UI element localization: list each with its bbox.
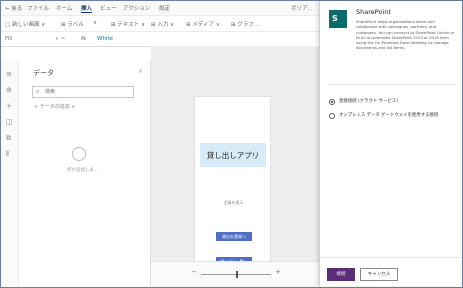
menu-back[interactable]: ← 戻る (5, 4, 22, 12)
close-icon[interactable]: × (138, 68, 143, 75)
data-panel: データ × ⌕ + データの追加 ∨ 何か追加しま... (19, 60, 151, 286)
tools-icon[interactable]: ⫴ (6, 150, 9, 159)
search-box[interactable]: ⌕ (32, 86, 134, 98)
divider (328, 84, 457, 85)
data-icon[interactable]: ◫ (6, 118, 13, 126)
app-title: 貸し出しアプリ (206, 151, 260, 160)
menu-view[interactable]: ビュー (100, 4, 117, 12)
tree-view-icon[interactable]: ≡ (6, 70, 12, 78)
menu-bar: ← 戻る ファイル ホーム 挿入 ビュー アクション 設定 ボリア... (1, 1, 319, 16)
menu-insert[interactable]: 挿入 (81, 4, 93, 13)
input-button[interactable]: ⊞ 入力 ∨ (151, 20, 174, 28)
formula-input[interactable]: White (97, 36, 113, 42)
toolbar-dropdown[interactable]: ∨ (93, 20, 97, 26)
zoom-out-icon[interactable]: − (191, 268, 197, 276)
menu-file[interactable]: ファイル (27, 4, 49, 12)
empty-state-text: 何か追加しま... (67, 168, 99, 173)
register-button[interactable]: 貸出を登録へ (216, 232, 252, 241)
app-header[interactable]: 貸し出しアプリ (200, 143, 266, 167)
cancel-button[interactable]: キャンセル (360, 268, 398, 281)
radio-label-gateway[interactable]: オンプレミス データ ゲートウェイを使用する接続 (339, 112, 438, 118)
chart-button[interactable]: ⊞ グラフ... (231, 20, 259, 28)
dialog-title: SharePoint (356, 8, 391, 16)
search-input[interactable] (45, 88, 129, 95)
sharepoint-logo-letter: S (332, 14, 338, 23)
menu-action[interactable]: アクション (123, 4, 150, 12)
add-data-button[interactable]: + データの追加 ∨ (34, 103, 75, 110)
radio-direct-connection[interactable] (329, 99, 335, 105)
radio-gateway-connection[interactable] (329, 113, 335, 119)
zoom-slider-thumb[interactable] (236, 271, 238, 278)
menu-user[interactable]: ボリア... (291, 4, 313, 12)
footer-divider (320, 257, 462, 258)
property-chevron-icon[interactable]: ∨ = (55, 36, 65, 42)
formula-bar: Fill ∨ = fx White (1, 32, 319, 47)
property-dropdown[interactable]: Fill (5, 36, 12, 42)
media-button[interactable]: ⊞ メディア ∨ (186, 20, 220, 28)
zoom-in-icon[interactable]: + (275, 268, 281, 276)
text-button[interactable]: ⊞ テキスト ∨ (111, 20, 145, 28)
left-rail: ≡ ⊕ + ◫ ⧉ ⫴ (1, 60, 19, 286)
radio-label-direct[interactable]: 直接接続 (クラウド サービス) (339, 98, 398, 104)
label-button[interactable]: ⊞ ラベル (61, 20, 84, 28)
app-screen[interactable]: 貸し出しアプリ 全員を表示 貸出を登録へ 貸し出し一覧へ (194, 96, 271, 287)
add-icon[interactable]: + (6, 102, 12, 110)
toolbar: □ 新しい画面 ∨ ⊞ ラベル ∨ ⊞ テキスト ∨ ⊞ 入力 ∨ ⊞ メディア… (1, 16, 319, 32)
sharepoint-logo-icon: S (329, 10, 347, 28)
search-icon: ⌕ (36, 88, 40, 95)
zoom-bar: − + (151, 261, 319, 287)
menu-home[interactable]: ホーム (56, 4, 72, 12)
data-panel-title: データ (33, 69, 54, 77)
connection-dialog: S SharePoint SharePoint helps organizati… (319, 1, 462, 286)
design-canvas: 貸し出しアプリ 全員を表示 貸出を登録へ 貸し出し一覧へ (151, 46, 319, 287)
empty-state-icon (72, 147, 86, 161)
fx-icon: fx (81, 36, 87, 42)
insert-icon[interactable]: ⊕ (6, 86, 12, 94)
menu-settings[interactable]: 設定 (159, 4, 170, 12)
new-screen-button[interactable]: □ 新しい画面 ∨ (5, 20, 45, 28)
media-icon[interactable]: ⧉ (6, 134, 11, 143)
dialog-description: SharePoint helps organizations share and… (356, 19, 455, 51)
screen-label[interactable]: 全員を表示 (195, 200, 272, 206)
connect-button[interactable]: 接続 (327, 268, 355, 281)
